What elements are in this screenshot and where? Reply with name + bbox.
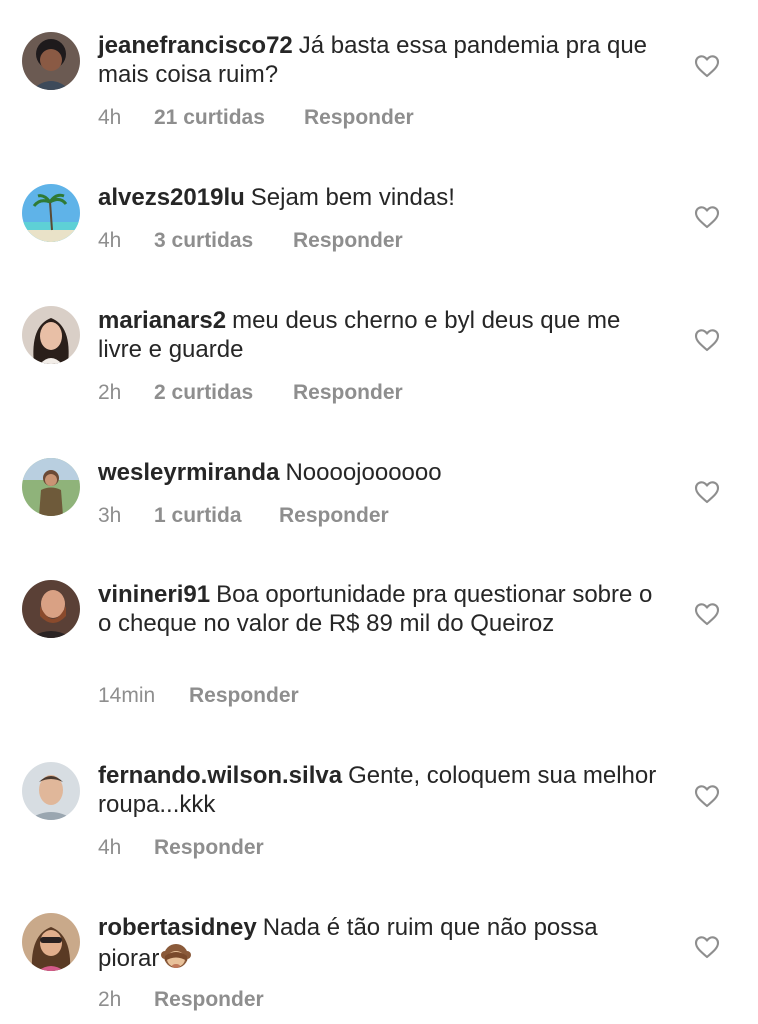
comment-meta: 4h 3 curtidas Responder bbox=[98, 229, 403, 253]
avatar-image bbox=[22, 184, 80, 242]
comment-time: 2h bbox=[98, 988, 122, 1011]
avatar-image bbox=[22, 580, 80, 638]
comment-likes[interactable]: 21 curtidas bbox=[154, 106, 304, 130]
comment-time: 4h bbox=[98, 836, 122, 859]
comment-meta: 4h 21 curtidas Responder bbox=[98, 106, 414, 130]
avatar-image bbox=[22, 458, 80, 516]
comment-text: wesleyrmiranda Noooojoooooo bbox=[98, 458, 658, 487]
comment-text: vinineri91 Boa oportunidade pra questiona… bbox=[98, 580, 658, 638]
reply-button[interactable]: Responder bbox=[189, 684, 299, 708]
comment-meta: 2h Responder bbox=[98, 988, 264, 1012]
avatar[interactable] bbox=[22, 580, 80, 638]
reply-button[interactable]: Responder bbox=[293, 229, 403, 253]
comment-text: jeanefrancisco72 Já basta essa pandemia p… bbox=[98, 31, 658, 89]
comment-likes[interactable]: 3 curtidas bbox=[154, 229, 293, 253]
avatar[interactable] bbox=[22, 458, 80, 516]
heart-icon[interactable] bbox=[694, 205, 720, 229]
comment-username[interactable]: fernando.wilson.silva bbox=[98, 762, 342, 789]
reply-button[interactable]: Responder bbox=[154, 836, 264, 860]
comment-time: 2h bbox=[98, 381, 122, 404]
avatar[interactable] bbox=[22, 306, 80, 364]
avatar[interactable] bbox=[22, 913, 80, 971]
comment-text: alvezs2019lu Sejam bem vindas! bbox=[98, 183, 658, 212]
comment-time: 4h bbox=[98, 106, 122, 129]
avatar-image bbox=[22, 32, 80, 90]
comment-username[interactable]: jeanefrancisco72 bbox=[98, 32, 293, 59]
comment-username[interactable]: marianars2 bbox=[98, 307, 226, 334]
heart-icon[interactable] bbox=[694, 784, 720, 808]
comment-body: Noooojoooooo bbox=[285, 459, 442, 486]
see-no-evil-monkey-emoji bbox=[161, 942, 192, 972]
comment-likes[interactable]: 2 curtidas bbox=[154, 381, 293, 405]
comment-text: robertasidney Nada é tão ruim que não pos… bbox=[98, 913, 658, 973]
comment-meta: 3h 1 curtida Responder bbox=[98, 504, 389, 528]
heart-icon[interactable] bbox=[694, 54, 720, 78]
avatar[interactable] bbox=[22, 32, 80, 90]
avatar-image bbox=[22, 762, 80, 820]
heart-icon[interactable] bbox=[694, 328, 720, 352]
comment-username[interactable]: wesleyrmiranda bbox=[98, 459, 279, 486]
comment-meta: 4h Responder bbox=[98, 836, 264, 860]
avatar-image bbox=[22, 913, 80, 971]
comment-likes[interactable]: 1 curtida bbox=[154, 504, 279, 528]
heart-icon[interactable] bbox=[694, 602, 720, 626]
comment-meta: 14min Responder bbox=[98, 684, 299, 708]
heart-icon[interactable] bbox=[694, 935, 720, 959]
comment-username[interactable]: alvezs2019lu bbox=[98, 184, 245, 211]
reply-button[interactable]: Responder bbox=[279, 504, 389, 528]
reply-button[interactable]: Responder bbox=[304, 106, 414, 130]
comment-username[interactable]: robertasidney bbox=[98, 914, 257, 941]
reply-button[interactable]: Responder bbox=[293, 381, 403, 405]
comment-text: marianars2 meu deus cherno e byl deus que… bbox=[98, 306, 658, 364]
comment-text: fernando.wilson.silva Gente, coloquem sua… bbox=[98, 761, 658, 819]
avatar-image bbox=[22, 306, 80, 364]
heart-icon[interactable] bbox=[694, 480, 720, 504]
comment-time: 4h bbox=[98, 229, 122, 252]
reply-button[interactable]: Responder bbox=[154, 988, 264, 1012]
comment-username[interactable]: vinineri91 bbox=[98, 581, 210, 608]
comment-time: 3h bbox=[98, 504, 122, 527]
comment-time: 14min bbox=[98, 684, 156, 707]
avatar[interactable] bbox=[22, 184, 80, 242]
comment-body: Sejam bem vindas! bbox=[250, 184, 455, 211]
comment-meta: 2h 2 curtidas Responder bbox=[98, 381, 403, 405]
avatar[interactable] bbox=[22, 762, 80, 820]
